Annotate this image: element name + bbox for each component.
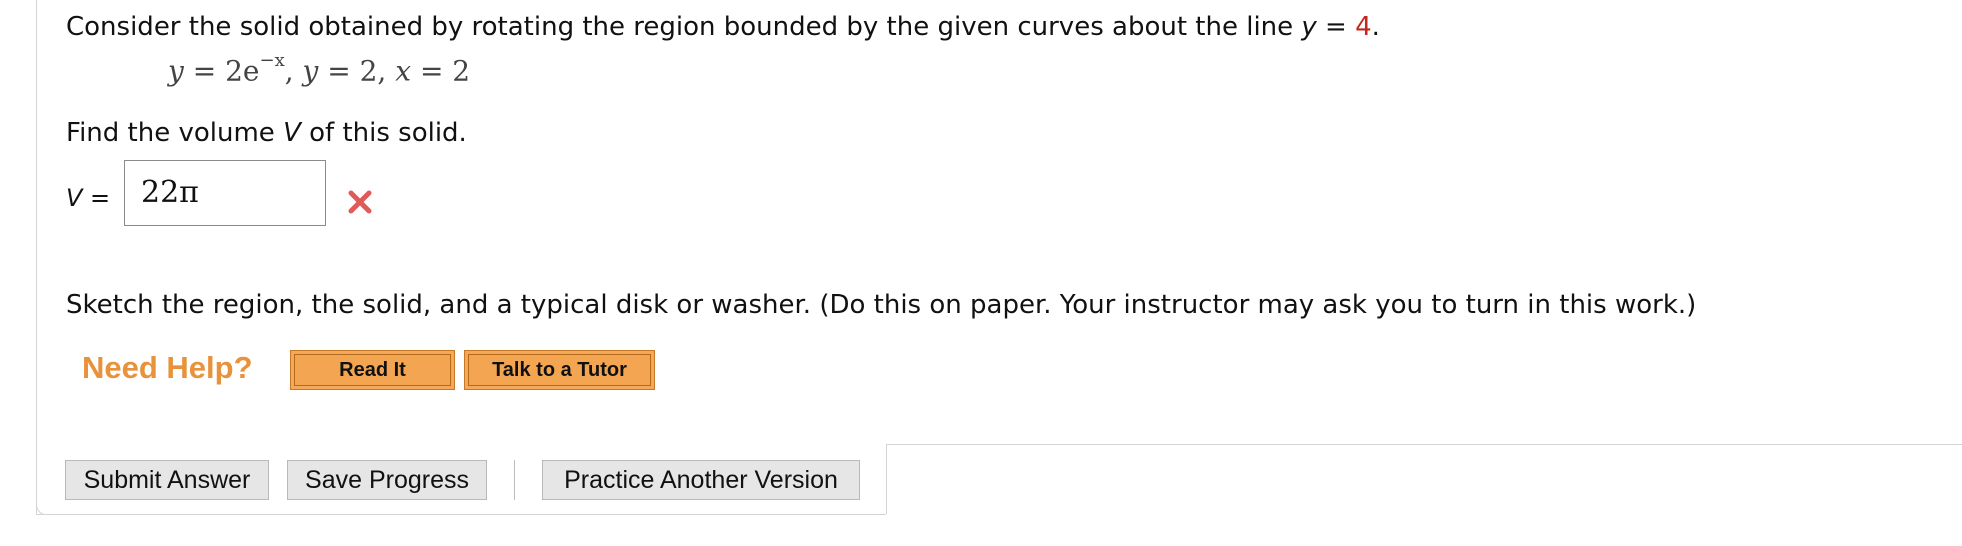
math-exponent: −x	[259, 50, 285, 71]
read-it-button[interactable]: Read It	[290, 350, 455, 390]
math-part: ,	[284, 54, 303, 88]
panel-border	[886, 444, 1962, 445]
axis-equals: =	[1316, 12, 1356, 42]
button-separator	[514, 460, 515, 500]
math-part: = 2	[411, 54, 471, 88]
answer-label-eq: =	[82, 184, 111, 212]
question-text: Consider the solid obtained by rotating …	[66, 12, 1380, 42]
submit-answer-button[interactable]: Submit Answer	[65, 460, 269, 500]
math-var-y: y	[168, 54, 184, 88]
axis-variable: y	[1301, 12, 1317, 42]
need-help-label: Need Help?	[82, 350, 253, 385]
save-progress-button[interactable]: Save Progress	[287, 460, 487, 500]
math-part: = 2e	[183, 54, 260, 88]
math-part: = 2,	[318, 54, 396, 88]
find-after: of this solid.	[300, 118, 467, 148]
panel-border	[36, 0, 37, 514]
sketch-instructions: Sketch the region, the solid, and a typi…	[66, 290, 1697, 320]
question-period: .	[1371, 12, 1380, 42]
panel-border	[36, 514, 886, 515]
talk-to-tutor-button[interactable]: Talk to a Tutor	[464, 350, 655, 390]
find-volume-text: Find the volume V of this solid.	[66, 118, 467, 148]
x-mark-icon	[348, 190, 372, 214]
find-variable: V	[283, 118, 301, 148]
panel-corner	[36, 490, 61, 515]
find-before: Find the volume	[66, 118, 284, 148]
talk-to-tutor-label: Talk to a Tutor	[468, 354, 651, 386]
math-var-x: x	[395, 54, 412, 88]
answer-input[interactable]: 22π	[124, 160, 326, 226]
curves-equation: y = 2e−x, y = 2, x = 2	[168, 50, 471, 88]
panel-border	[886, 444, 887, 514]
read-it-label: Read It	[294, 354, 451, 386]
practice-another-version-button[interactable]: Practice Another Version	[542, 460, 860, 500]
question-intro: Consider the solid obtained by rotating …	[66, 12, 1302, 42]
math-var-y: y	[302, 54, 319, 88]
axis-value: 4	[1355, 12, 1372, 42]
answer-label-var: V	[66, 184, 83, 212]
answer-label: V =	[66, 184, 110, 212]
